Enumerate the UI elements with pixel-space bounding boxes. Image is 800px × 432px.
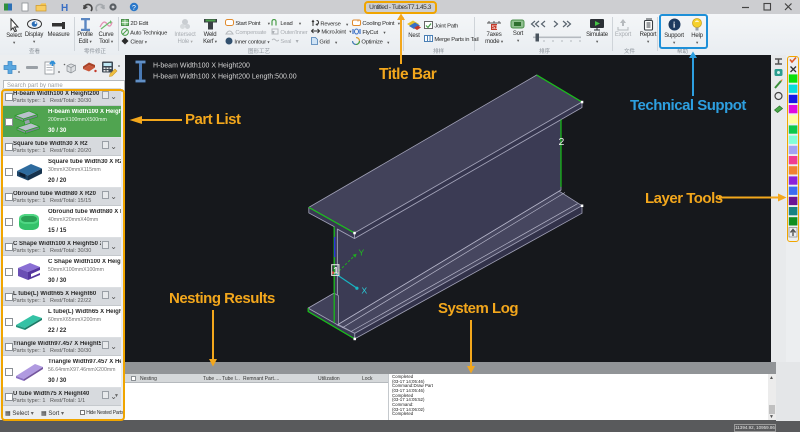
svg-text:H-beam Width100 X Height200 Le: H-beam Width100 X Height200 Length:500.0… <box>153 74 297 81</box>
svg-text:H-beam Width100 X Height200: H-beam Width100 X Height200 <box>153 63 250 70</box>
svg-text:X: X <box>362 286 368 296</box>
svg-text:Y: Y <box>359 248 365 258</box>
svg-text:1: 1 <box>333 266 339 277</box>
svg-text:S1: S1 <box>492 25 498 31</box>
svg-text:2: 2 <box>559 136 565 148</box>
